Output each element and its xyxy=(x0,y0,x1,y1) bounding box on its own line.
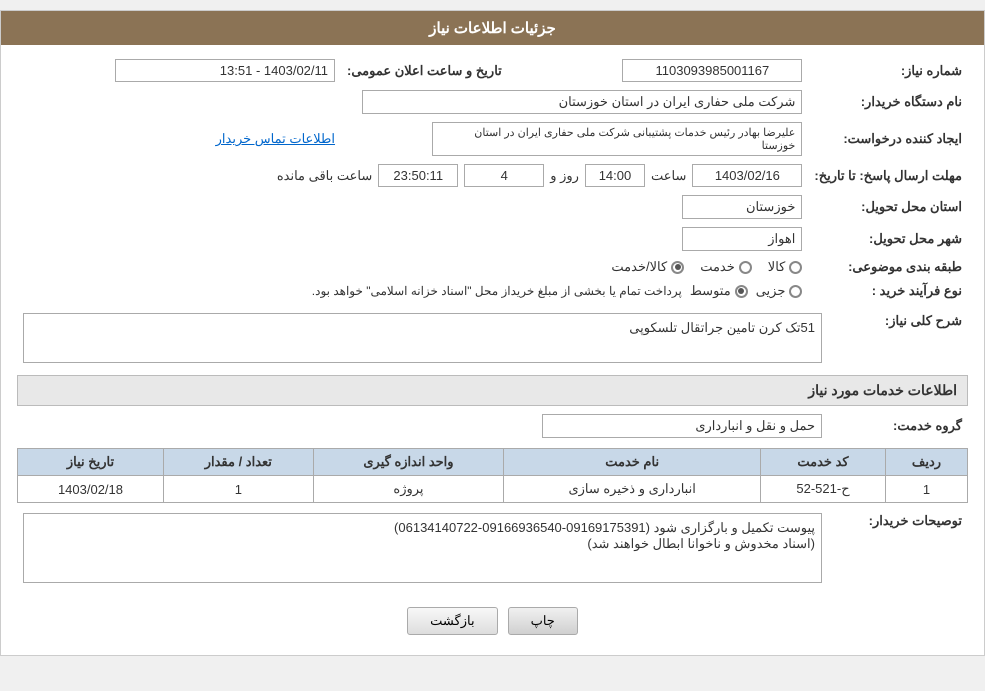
cell-radif: 1 xyxy=(885,476,967,503)
tarikh-label: تاریخ و ساعت اعلان عمومی: xyxy=(341,55,508,86)
radio-khedmat[interactable]: خدمت xyxy=(700,259,752,275)
tabaqeBandi-label: طبقه بندی موضوعی: xyxy=(808,255,968,279)
radio-kala-khedmat-circle xyxy=(671,261,684,274)
shomareNiaz-label: شماره نیاز: xyxy=(808,55,968,86)
radio-jozi-label: جزیی xyxy=(756,283,786,299)
chap-button[interactable]: چاپ xyxy=(508,607,578,635)
sharhKolli-value: 51تک کرن تامین جراتقال تلسکوپی xyxy=(23,313,822,363)
mohlatDate-value: 1403/02/16 xyxy=(692,164,802,187)
cell-tarikhNiaz: 1403/02/18 xyxy=(18,476,164,503)
service-table: ردیف کد خدمت نام خدمت واحد اندازه گیری ت… xyxy=(17,448,968,503)
cell-vahedAndaze: پروژه xyxy=(313,476,504,503)
ettelaatTamas-link[interactable]: اطلاعات تماس خریدار xyxy=(216,131,335,146)
table-row: 1ح-521-52انبارداری و ذخیره سازیپروژه1140… xyxy=(18,476,968,503)
col-radif: ردیف xyxy=(885,449,967,476)
radio-kala-khedmat-label: کالا/خدمت xyxy=(611,259,667,275)
col-nam: نام خدمت xyxy=(504,449,761,476)
mohlatMande-label: ساعت باقی مانده xyxy=(277,168,372,184)
ijadKarandeh-label: ایجاد کننده درخواست: xyxy=(808,118,968,160)
mohlatSaat-value: 14:00 xyxy=(585,164,645,187)
radio-kala[interactable]: کالا xyxy=(768,259,803,275)
button-row: چاپ بازگشت xyxy=(17,593,968,645)
radio-kala-khedmat[interactable]: کالا/خدمت xyxy=(611,259,684,275)
sharhKolli-label: شرح کلی نیاز: xyxy=(828,309,968,367)
mohlatRooz-value: 4 xyxy=(464,164,544,187)
col-kod: کد خدمت xyxy=(761,449,886,476)
col-tarikh: تاریخ نیاز xyxy=(18,449,164,476)
cell-tedad: 1 xyxy=(163,476,313,503)
radio-motevaset-label: متوسط xyxy=(690,283,731,299)
radio-motevaset[interactable]: متوسط xyxy=(690,283,748,299)
namDastgah-label: نام دستگاه خریدار: xyxy=(808,86,968,118)
tarikh-value: 1403/02/11 - 13:51 xyxy=(115,59,335,82)
shomareNiaz-value: 1103093985001167 xyxy=(622,59,802,82)
page-title: جزئیات اطلاعات نیاز xyxy=(1,11,984,45)
radio-jozi[interactable]: جزیی xyxy=(756,283,803,299)
mohlatSaat-label: ساعت xyxy=(651,168,686,184)
radio-jozi-circle xyxy=(789,285,802,298)
grouhKhedmat-label: گروه خدمت: xyxy=(828,410,968,442)
radio-khedmat-circle xyxy=(739,261,752,274)
radio-khedmat-label: خدمت xyxy=(700,259,735,275)
mohlatErsalPasokh-label: مهلت ارسال پاسخ: تا تاریخ: xyxy=(808,160,968,191)
noeFarayand-label: نوع فرآیند خرید : xyxy=(808,279,968,303)
bazgasht-button[interactable]: بازگشت xyxy=(407,607,497,635)
cell-kodKhedmat: ح-521-52 xyxy=(761,476,886,503)
cell-namKhedmat: انبارداری و ذخیره سازی xyxy=(504,476,761,503)
radio-motevaset-circle xyxy=(735,285,748,298)
grouhKhedmat-value: حمل و نقل و انبارداری xyxy=(542,414,822,438)
tosifKharidar-value: پیوست تکمیل و بارگزاری شود (09169175391-… xyxy=(23,513,822,583)
ostan-value: خوزستان xyxy=(682,195,802,219)
tosifKharidar-label: توصیحات خریدار: xyxy=(828,509,968,587)
khadamat-section-header: اطلاعات خدمات مورد نیاز xyxy=(17,375,968,406)
col-vahed: واحد اندازه گیری xyxy=(313,449,504,476)
col-tedad: تعداد / مقدار xyxy=(163,449,313,476)
shahr-label: شهر محل تحویل: xyxy=(808,223,968,255)
namDastgah-value: شرکت ملی حفاری ایران در استان خوزستان xyxy=(362,90,802,114)
ijadKarandeh-value: علیرضا بهادر رئیس خدمات پشتیبانی شرکت مل… xyxy=(432,122,802,156)
shahr-value: اهواز xyxy=(682,227,802,251)
mohlatRooz-label: روز و xyxy=(550,168,579,184)
radio-kala-circle xyxy=(789,261,802,274)
mohlatMande-value: 23:50:11 xyxy=(378,164,458,187)
noeFarayand-note: پرداخت تمام یا بخشی از مبلغ خریداز محل "… xyxy=(312,284,682,298)
ostan-label: استان محل تحویل: xyxy=(808,191,968,223)
radio-kala-label: کالا xyxy=(768,259,786,275)
